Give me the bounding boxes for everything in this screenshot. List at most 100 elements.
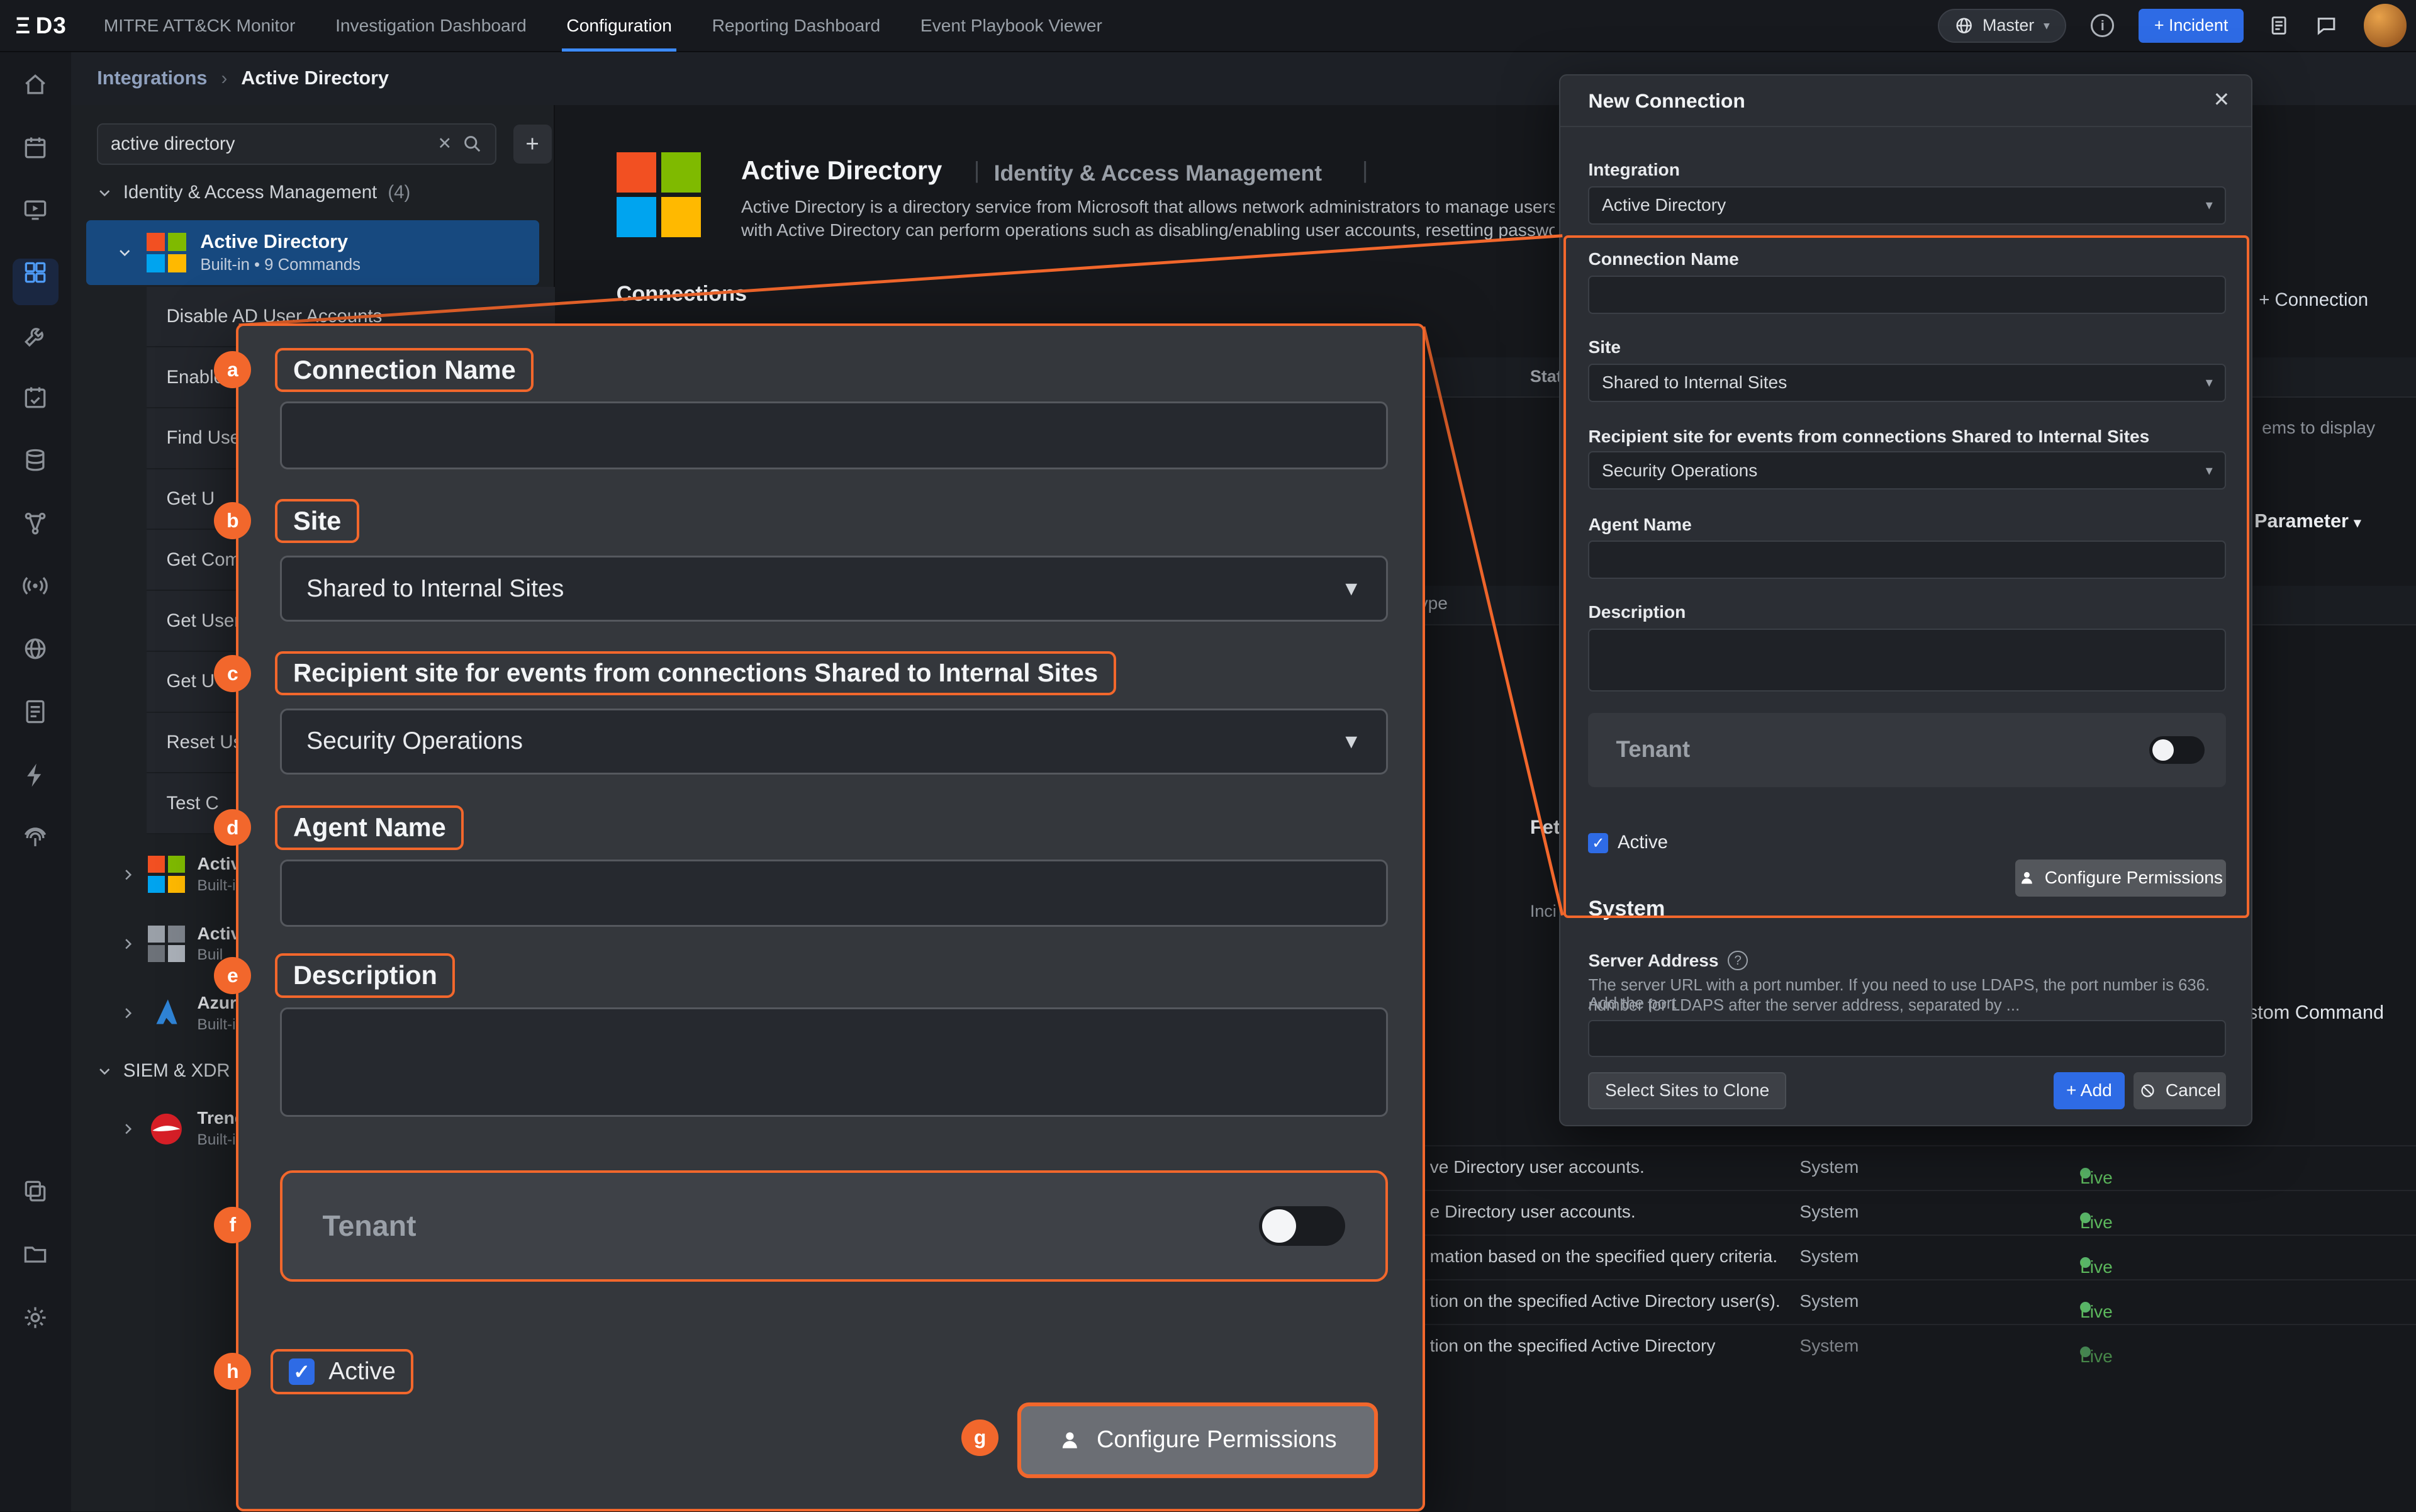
new-connection-dialog: New Connection ✕ Integration Active Dire… bbox=[1559, 74, 2253, 1127]
help-icon[interactable]: ? bbox=[1728, 950, 1748, 971]
agent-name-input[interactable] bbox=[1588, 540, 2227, 580]
microsoft-logo bbox=[146, 232, 187, 273]
recipient-site-select-value: Security Operations bbox=[1602, 460, 1758, 480]
integration-description-line1: Active Directory is a directory service … bbox=[741, 197, 1555, 217]
search-icon[interactable] bbox=[462, 134, 483, 154]
custom-command-button[interactable]: ustom Command bbox=[2237, 1002, 2384, 1024]
dialog-header-divider bbox=[1560, 126, 2251, 127]
tenant-toggle[interactable] bbox=[2149, 736, 2205, 764]
new-incident-button[interactable]: + Incident bbox=[2139, 8, 2244, 43]
report-icon[interactable] bbox=[21, 698, 49, 725]
recipient-site-label-zoom: Recipient site for events from connectio… bbox=[275, 651, 1116, 695]
site-selector-label: Master bbox=[1982, 16, 2035, 35]
schedule-icon[interactable] bbox=[21, 384, 49, 412]
close-icon[interactable]: ✕ bbox=[2213, 87, 2230, 111]
folder-icon[interactable] bbox=[21, 1240, 49, 1268]
tools-icon[interactable] bbox=[21, 322, 49, 350]
action-parameter-heading[interactable]: n Parameter ▾ bbox=[2237, 510, 2361, 532]
configure-permissions-label-zoom: Configure Permissions bbox=[1096, 1426, 1337, 1453]
integration-title: Activ bbox=[197, 923, 241, 943]
user-avatar[interactable] bbox=[2363, 4, 2407, 47]
select-sites-label: Select Sites to Clone bbox=[1604, 1080, 1770, 1100]
add-button-label: + Add bbox=[2066, 1080, 2112, 1100]
clear-search-icon[interactable]: ✕ bbox=[437, 134, 452, 154]
copy-icon[interactable] bbox=[21, 1177, 49, 1205]
icon-rail bbox=[0, 52, 71, 1512]
calendar-icon[interactable] bbox=[21, 134, 49, 162]
title-divider: | bbox=[973, 157, 980, 183]
automation-icon[interactable] bbox=[21, 761, 49, 789]
add-connection-button[interactable]: + Connection bbox=[2259, 289, 2368, 311]
no-items-text: ems to display bbox=[2262, 417, 2376, 437]
integration-label: Integration bbox=[1588, 160, 1680, 180]
site-select-value-zoom: Shared to Internal Sites bbox=[306, 574, 564, 602]
description-label-zoom: Description bbox=[275, 953, 456, 998]
active-checkbox[interactable]: ✓ bbox=[1588, 833, 1609, 854]
agent-name-input-zoom bbox=[279, 859, 1388, 927]
server-address-label: Server Address bbox=[1588, 950, 1719, 970]
tenant-label-zoom: Tenant bbox=[322, 1209, 417, 1243]
badge-f: f bbox=[214, 1206, 252, 1244]
microsoft-logo-large bbox=[616, 152, 702, 238]
select-sites-to-clone-button[interactable]: Select Sites to Clone bbox=[1588, 1072, 1786, 1109]
topology-icon[interactable] bbox=[21, 510, 49, 538]
check-icon: ✓ bbox=[1592, 835, 1605, 853]
integrations-icon[interactable] bbox=[21, 259, 49, 286]
site-select[interactable]: Shared to Internal Sites ▾ bbox=[1588, 363, 2227, 402]
fingerprint-icon[interactable] bbox=[21, 824, 49, 852]
top-bar-right: Master ▾ i + Incident bbox=[1938, 4, 2416, 47]
azure-logo bbox=[156, 999, 177, 1024]
row-owner: System bbox=[1799, 1201, 1859, 1221]
configure-permissions-button[interactable]: Configure Permissions bbox=[2015, 860, 2227, 897]
badge-h: h bbox=[214, 1353, 252, 1390]
microsoft-logo bbox=[148, 856, 185, 893]
integration-select[interactable]: Active Directory ▾ bbox=[1588, 186, 2227, 225]
nav-mitre-attck-monitor[interactable]: MITRE ATT&CK Monitor bbox=[104, 0, 296, 52]
nav-investigation-dashboard[interactable]: Investigation Dashboard bbox=[335, 0, 527, 52]
badge-d: d bbox=[214, 809, 252, 846]
settings-gear-icon[interactable] bbox=[21, 1304, 49, 1331]
home-icon[interactable] bbox=[21, 71, 49, 99]
integration-title: Activ bbox=[197, 854, 241, 874]
server-address-input[interactable] bbox=[1588, 1019, 2227, 1057]
cancel-button-label: Cancel bbox=[2165, 1080, 2221, 1100]
cancel-button[interactable]: Cancel bbox=[2134, 1072, 2227, 1109]
nav-event-playbook-viewer[interactable]: Event Playbook Viewer bbox=[920, 0, 1102, 52]
search-input[interactable] bbox=[110, 133, 427, 155]
nav-configuration[interactable]: Configuration bbox=[562, 0, 678, 52]
person-icon bbox=[2022, 871, 2033, 884]
badge-b: b bbox=[214, 502, 252, 540]
document-icon[interactable] bbox=[2268, 13, 2290, 38]
tenant-panel-zoom: Tenant bbox=[279, 1170, 1388, 1282]
agent-name-label-zoom: Agent Name bbox=[275, 805, 464, 850]
recipient-site-select[interactable]: Security Operations ▾ bbox=[1588, 451, 2227, 490]
breadcrumb-integrations[interactable]: Integrations bbox=[97, 67, 207, 89]
active-checkbox-box: ✓ bbox=[288, 1358, 315, 1385]
connection-name-input[interactable] bbox=[1588, 275, 2227, 315]
add-button[interactable]: + Add bbox=[2054, 1072, 2125, 1109]
site-select-value: Shared to Internal Sites bbox=[1602, 372, 1787, 393]
add-integration-button[interactable]: + bbox=[513, 125, 552, 164]
annotation-zoom-callout: Connection Name Site Shared to Internal … bbox=[235, 323, 1426, 1512]
row-description: mation based on the specified query crit… bbox=[1429, 1246, 1778, 1266]
group-identity-access-management[interactable]: Identity & Access Management (4) bbox=[97, 182, 410, 203]
toggle-knob bbox=[1261, 1209, 1296, 1243]
globe-icon bbox=[1956, 18, 1972, 33]
row-description: ve Directory user accounts. bbox=[1429, 1156, 1645, 1177]
group-siem-xdr[interactable]: SIEM & XDR ( bbox=[97, 1060, 247, 1082]
info-icon[interactable]: i bbox=[2091, 14, 2115, 37]
chevron-right-icon bbox=[125, 1123, 132, 1134]
broadcast-icon[interactable] bbox=[21, 572, 49, 600]
row-owner: System bbox=[1799, 1335, 1859, 1355]
nav-reporting-dashboard[interactable]: Reporting Dashboard bbox=[712, 0, 881, 52]
database-icon[interactable] bbox=[21, 447, 49, 474]
site-selector[interactable]: Master ▾ bbox=[1938, 8, 2067, 43]
tenant-panel: Tenant bbox=[1588, 713, 2227, 787]
description-label: Description bbox=[1588, 602, 1686, 622]
chat-icon[interactable] bbox=[2314, 14, 2339, 37]
integration-category: Identity & Access Management bbox=[993, 160, 1323, 186]
description-textarea[interactable] bbox=[1588, 628, 2227, 692]
global-lists-icon[interactable] bbox=[21, 635, 49, 663]
playbook-monitor-icon[interactable] bbox=[21, 196, 49, 223]
integration-active-directory-selected[interactable]: Active Directory Built-in • 9 Commands bbox=[86, 220, 540, 286]
